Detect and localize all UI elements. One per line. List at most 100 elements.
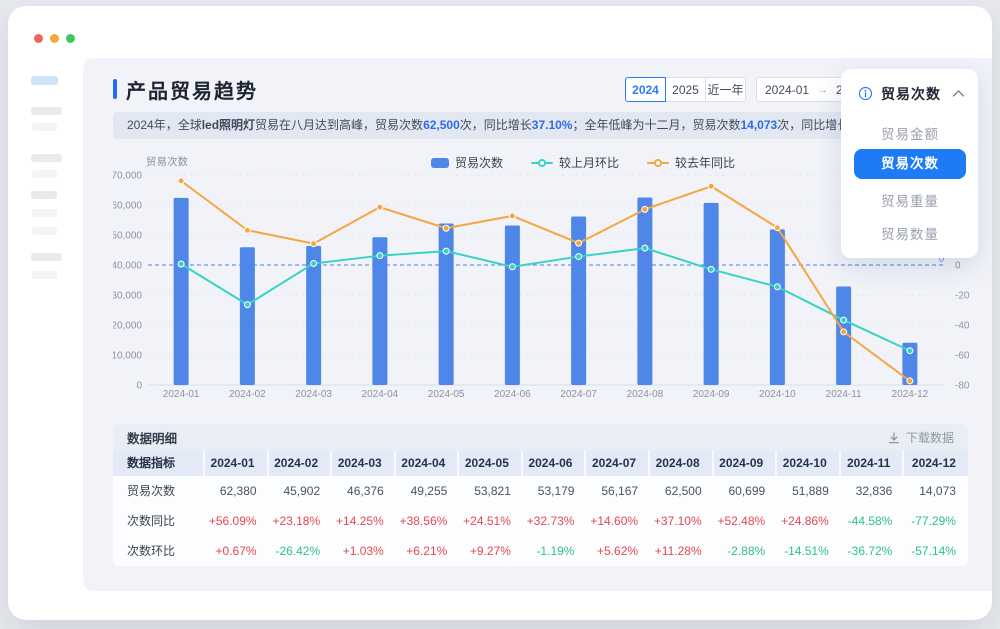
data-point[interactable] <box>443 225 449 231</box>
table-cell: +14.25% <box>332 506 396 536</box>
time-filter-近一年[interactable]: 近一年 <box>705 77 746 102</box>
data-point[interactable] <box>244 227 250 233</box>
left-axis-title: 贸易次数 <box>146 155 188 168</box>
table-row: 次数环比+0.67%-26.42%+1.03%+6.21%+9.27%-1.19… <box>113 536 968 566</box>
data-point[interactable] <box>841 317 847 323</box>
info-icon <box>858 86 873 101</box>
left-axis-tick: 40,000 <box>113 261 142 272</box>
banner-text-segment: 62,500 <box>423 118 460 132</box>
data-point[interactable] <box>178 261 184 267</box>
table-row: 次数同比+56.09%+23.18%+14.25%+38.56%+24.51%+… <box>113 506 968 536</box>
sidebar-item-skeleton[interactable] <box>32 209 57 217</box>
download-data-button[interactable]: 下载数据 <box>887 429 954 446</box>
table-header-month: 2024-05 <box>459 451 523 476</box>
table-cell: +24.86% <box>777 506 841 536</box>
window-controls <box>34 34 75 43</box>
sidebar-item-active-skeleton[interactable] <box>31 76 58 85</box>
bar-2024-10[interactable] <box>770 229 785 385</box>
page-title: 产品贸易趋势 <box>126 75 258 104</box>
table-header-month: 2024-07 <box>586 451 650 476</box>
bar-2024-09[interactable] <box>704 203 719 385</box>
data-point[interactable] <box>907 348 913 354</box>
data-point[interactable] <box>907 378 913 384</box>
time-filter-2024[interactable]: 2024 <box>625 77 666 102</box>
table-header-metric: 数据指标 <box>113 451 205 476</box>
time-filter-2025[interactable]: 2025 <box>665 77 706 102</box>
bar-2024-08[interactable] <box>637 198 652 386</box>
sidebar-item-skeleton[interactable] <box>32 123 57 131</box>
table-cell: -1.19% <box>523 536 587 566</box>
dropdown-option-2[interactable]: 贸易次数 <box>854 149 966 179</box>
banner-text-segment: 次，同比增长 <box>460 118 532 132</box>
sidebar-item-skeleton[interactable] <box>32 170 57 178</box>
table-cell: +24.51% <box>459 506 523 536</box>
data-point[interactable] <box>509 264 515 270</box>
sidebar-item-skeleton[interactable] <box>31 107 62 115</box>
data-point[interactable] <box>774 225 780 231</box>
data-point[interactable] <box>377 253 383 259</box>
data-point[interactable] <box>509 213 515 219</box>
title-accent-bar <box>113 79 117 99</box>
data-point[interactable] <box>311 260 317 266</box>
data-point[interactable] <box>642 245 648 251</box>
x-axis-label: 2024-07 <box>560 389 597 400</box>
table-cell: 14,073 <box>904 476 968 506</box>
table-header-month: 2024-01 <box>205 451 269 476</box>
dropdown-option-4[interactable]: 贸易数量 <box>841 224 978 246</box>
app-window: 产品贸易趋势 20242025近一年 2024-01 → 2024-12 202… <box>8 6 992 620</box>
data-point[interactable] <box>377 204 383 210</box>
table-cell: +1.03% <box>332 536 396 566</box>
download-icon <box>887 431 901 445</box>
right-axis-tick: -80 <box>955 381 970 392</box>
data-point[interactable] <box>576 240 582 246</box>
data-point[interactable] <box>443 248 449 254</box>
data-point[interactable] <box>244 302 250 308</box>
bar-2024-02[interactable] <box>240 247 255 385</box>
data-point[interactable] <box>708 183 714 189</box>
table-cell: +37.10% <box>650 506 714 536</box>
table-header-month: 2024-03 <box>332 451 396 476</box>
data-point[interactable] <box>178 178 184 184</box>
sidebar-item-skeleton[interactable] <box>31 191 57 199</box>
right-axis-tick: -60 <box>955 351 970 362</box>
banner-text-segment: 次，同比增长 <box>777 118 849 132</box>
minimize-window-button[interactable] <box>50 34 59 43</box>
sidebar-item-skeleton[interactable] <box>31 154 62 162</box>
metric-dropdown-label: 贸易次数 <box>881 84 941 104</box>
data-point[interactable] <box>841 329 847 335</box>
data-point[interactable] <box>708 266 714 272</box>
table-header-month: 2024-10 <box>777 451 841 476</box>
row-label: 贸易次数 <box>113 476 205 506</box>
x-axis-label: 2024-03 <box>295 389 332 400</box>
dropdown-option-3[interactable]: 贸易重量 <box>841 191 978 213</box>
sidebar-item-skeleton[interactable] <box>32 227 57 235</box>
bar-2024-06[interactable] <box>505 225 520 385</box>
bar-2024-04[interactable] <box>372 237 387 385</box>
right-axis-tick: 0 <box>955 261 961 272</box>
left-axis-tick: 70,000 <box>113 171 142 182</box>
table-header-month: 2024-02 <box>269 451 333 476</box>
dropdown-option-1[interactable]: 贸易金额 <box>841 124 978 146</box>
left-axis-tick: 30,000 <box>113 291 142 302</box>
sidebar-item-skeleton[interactable] <box>32 271 57 279</box>
table-cell: +5.62% <box>586 536 650 566</box>
close-window-button[interactable] <box>34 34 43 43</box>
table-cell: +9.27% <box>459 536 523 566</box>
bar-2024-01[interactable] <box>174 198 189 385</box>
table-cell: -26.42% <box>269 536 333 566</box>
data-point[interactable] <box>311 241 317 247</box>
sidebar-item-skeleton[interactable] <box>31 253 62 261</box>
bar-series <box>174 198 918 386</box>
data-point[interactable] <box>774 284 780 290</box>
maximize-window-button[interactable] <box>66 34 75 43</box>
data-point[interactable] <box>642 206 648 212</box>
table-cell: +14.60% <box>586 506 650 536</box>
banner-text-segment: 2024年，全球 <box>127 118 202 132</box>
banner-text-segment: 贸易在八月达到高峰，贸易次数 <box>255 118 423 132</box>
x-axis-label: 2024-10 <box>759 389 796 400</box>
table-cell: +6.21% <box>396 536 460 566</box>
table-cell: -57.14% <box>904 536 968 566</box>
data-point[interactable] <box>576 254 582 260</box>
banner-text-segment: 37.10% <box>532 118 573 132</box>
metric-dropdown-header[interactable]: 贸易次数 <box>841 83 978 105</box>
